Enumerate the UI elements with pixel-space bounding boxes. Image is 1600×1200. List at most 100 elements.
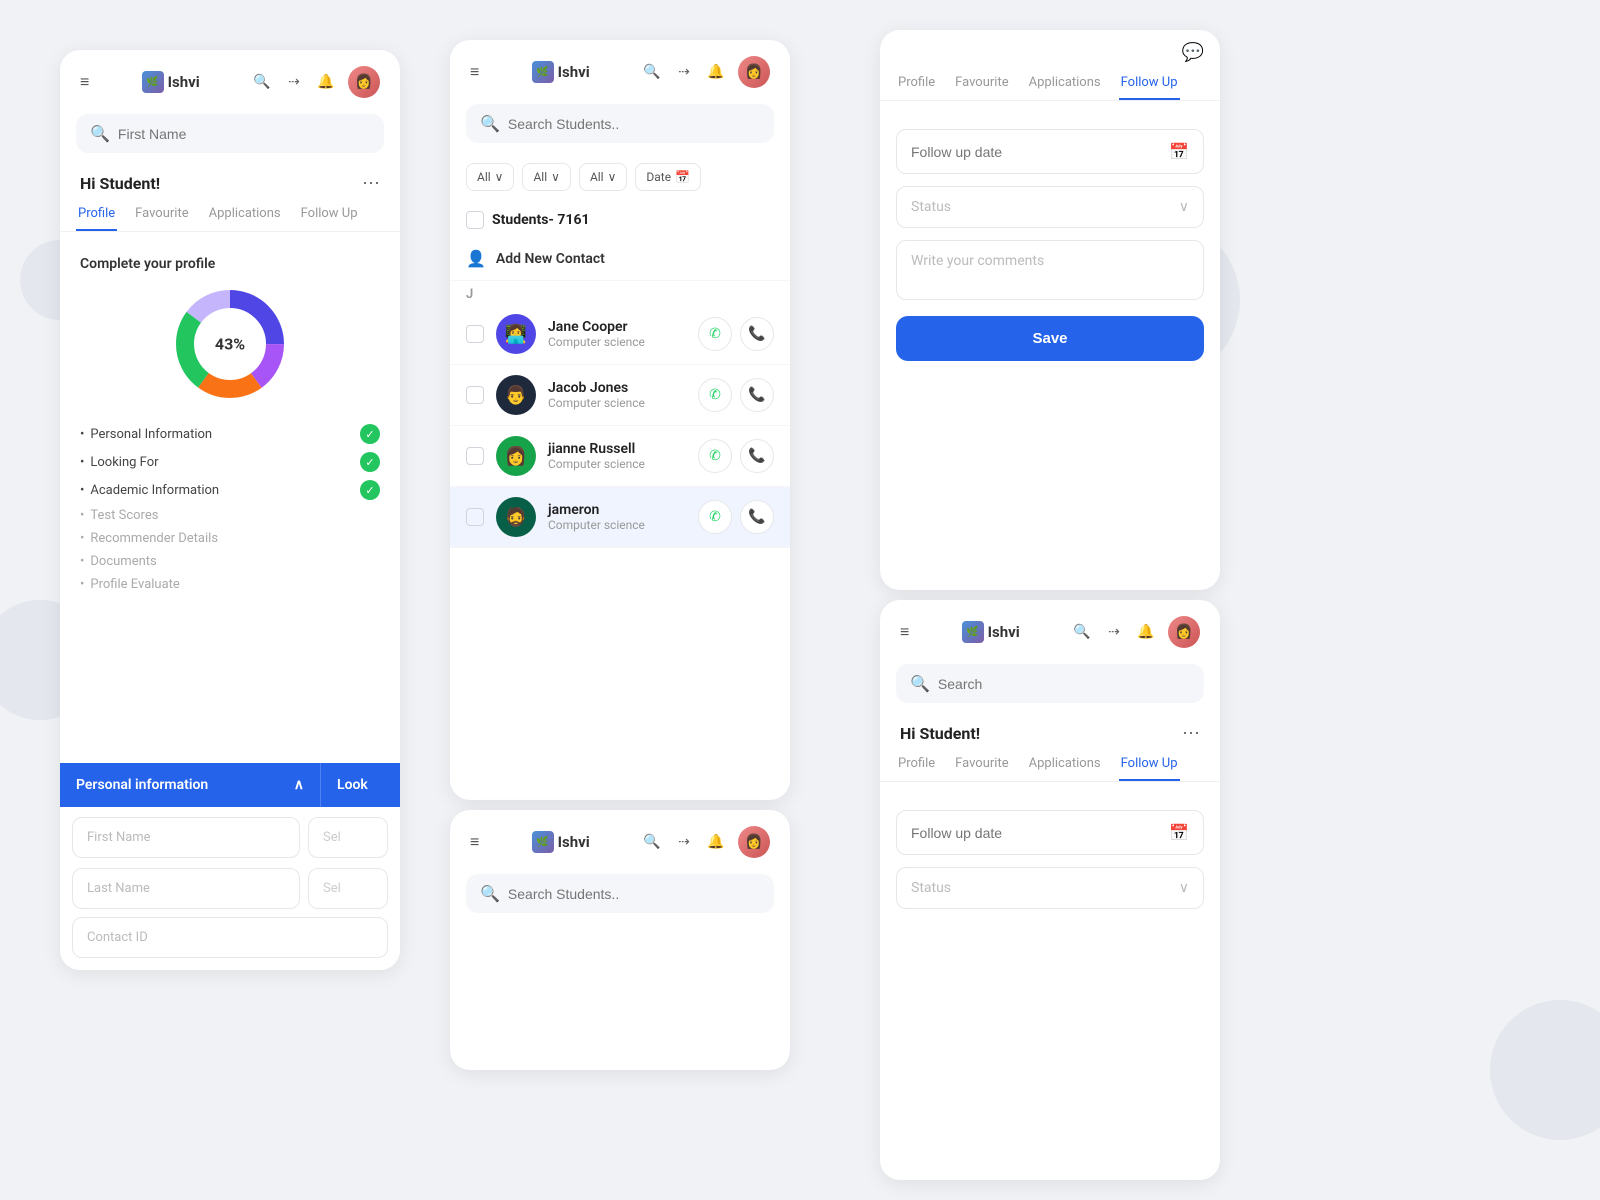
search-input-1[interactable]	[118, 126, 370, 142]
search-input-5[interactable]	[508, 886, 760, 902]
logo-icon-5: 🌿	[532, 831, 554, 853]
search-bar-5[interactable]: 🔍	[466, 874, 774, 913]
student-checkbox-1[interactable]	[466, 386, 484, 404]
status-select-1[interactable]: Status ∨	[896, 186, 1204, 228]
tab-favourite-1[interactable]: Favourite	[133, 198, 190, 231]
search-bar-2[interactable]: 🔍	[466, 104, 774, 143]
header-icons-2: 🔍 ⇢ 🔔 👩	[642, 56, 770, 88]
student-checkbox-2[interactable]	[466, 447, 484, 465]
checklist: •Personal Information ✓ •Looking For ✓ •…	[80, 420, 380, 596]
avatar-4[interactable]: 👩	[1168, 616, 1200, 648]
greeting-text-4: Hi Student!	[900, 724, 980, 743]
student-avatar-2: 👩	[496, 436, 536, 476]
app-header-5: ≡ 🌿 Ishvi 🔍 ⇢ 🔔 👩	[450, 810, 790, 874]
tab-applications-1[interactable]: Applications	[207, 198, 283, 231]
bell-icon-1[interactable]: 🔔	[316, 72, 336, 92]
table-row[interactable]: 👨 Jacob Jones Computer science ✆ 📞	[450, 365, 790, 426]
accordion-look[interactable]: Look	[320, 763, 400, 807]
share-icon-2[interactable]: ⇢	[674, 62, 694, 82]
avatar-1[interactable]: 👩	[348, 66, 380, 98]
logo-icon-4: 🌿	[962, 621, 984, 643]
call-btn-2[interactable]: 📞	[740, 439, 774, 473]
avatar-5[interactable]: 👩	[738, 826, 770, 858]
search-input-2[interactable]	[508, 116, 760, 132]
chat-icon-4[interactable]: ⋯	[1182, 723, 1200, 744]
sel-field-2[interactable]: Sel	[308, 868, 388, 909]
filter-all-1[interactable]: All ∨	[466, 163, 514, 191]
form-row-1: First Name Sel	[60, 807, 400, 868]
hamburger-icon-5[interactable]: ≡	[470, 832, 479, 852]
add-contact-row[interactable]: 👤 Add New Contact	[450, 237, 790, 281]
contact-id-field[interactable]: Contact ID	[72, 917, 388, 958]
bell-icon-5[interactable]: 🔔	[706, 832, 726, 852]
comment-area-1[interactable]: Write your comments	[896, 240, 1204, 300]
call-btn-3[interactable]: 📞	[740, 500, 774, 534]
accordion-personal[interactable]: Personal information ∧	[60, 763, 320, 807]
filter-row: All ∨ All ∨ All ∨ Date 📅	[450, 155, 790, 203]
sel-field[interactable]: Sel	[308, 817, 388, 858]
student-avatar-0: 👩‍💻	[496, 314, 536, 354]
hamburger-icon-4[interactable]: ≡	[900, 622, 909, 642]
tab-applications-3[interactable]: Applications	[1027, 67, 1103, 100]
follow-up-date-input-1[interactable]	[911, 144, 1169, 160]
search-icon-2[interactable]: 🔍	[642, 62, 662, 82]
whatsapp-btn-0[interactable]: ✆	[698, 317, 732, 351]
tab-followup-3[interactable]: Follow Up	[1119, 67, 1180, 100]
date-input-row-4[interactable]: 📅	[896, 810, 1204, 855]
whatsapp-btn-3[interactable]: ✆	[698, 500, 732, 534]
status-select-4[interactable]: Status ∨	[896, 867, 1204, 909]
whatsapp-btn-1[interactable]: ✆	[698, 378, 732, 412]
filter-all-2[interactable]: All ∨	[522, 163, 570, 191]
hamburger-icon-2[interactable]: ≡	[470, 62, 479, 82]
tab-profile-4[interactable]: Profile	[896, 748, 937, 781]
tab-favourite-3[interactable]: Favourite	[953, 67, 1010, 100]
table-row[interactable]: 👩 jianne Russell Computer science ✆ 📞	[450, 426, 790, 487]
search-icon-1[interactable]: 🔍	[252, 72, 272, 92]
tab-profile-3[interactable]: Profile	[896, 67, 937, 100]
app-header-2: ≡ 🌿 Ishvi 🔍 ⇢ 🔔 👩	[450, 40, 790, 104]
logo-icon-2: 🌿	[532, 61, 554, 83]
filter-all-3[interactable]: All ∨	[579, 163, 627, 191]
student-info-0: Jane Cooper Computer science	[548, 319, 686, 349]
top-tab-row: 💬	[880, 30, 1220, 63]
brand-name-1: Ishvi	[168, 73, 200, 91]
first-name-field[interactable]: First Name	[72, 817, 300, 858]
logo-2: 🌿 Ishvi	[532, 61, 590, 83]
tab-followup-4[interactable]: Follow Up	[1119, 748, 1180, 781]
search-input-4[interactable]	[938, 676, 1190, 692]
search-bar-4[interactable]: 🔍	[896, 664, 1204, 703]
last-name-field[interactable]: Last Name	[72, 868, 300, 909]
table-row[interactable]: 🧔 jameron Computer science ✆ 📞	[450, 487, 790, 548]
date-filter[interactable]: Date 📅	[635, 163, 701, 191]
call-btn-1[interactable]: 📞	[740, 378, 774, 412]
student-checkbox-0[interactable]	[466, 325, 484, 343]
call-btn-0[interactable]: 📞	[740, 317, 774, 351]
student-actions-0: ✆ 📞	[698, 317, 774, 351]
tab-favourite-4[interactable]: Favourite	[953, 748, 1010, 781]
share-icon-4[interactable]: ⇢	[1104, 622, 1124, 642]
search-icon-5[interactable]: 🔍	[642, 832, 662, 852]
date-input-row-1[interactable]: 📅	[896, 129, 1204, 174]
whatsapp-btn-2[interactable]: ✆	[698, 439, 732, 473]
search-bar-1[interactable]: 🔍	[76, 114, 384, 153]
tab-followup-1[interactable]: Follow Up	[299, 198, 360, 231]
bell-icon-2[interactable]: 🔔	[706, 62, 726, 82]
message-icon-3[interactable]: 💬	[1182, 42, 1204, 63]
tab-profile-1[interactable]: Profile	[76, 198, 117, 231]
hamburger-icon[interactable]: ≡	[80, 72, 89, 92]
chevron-down-icon-4: ∨	[1179, 880, 1189, 896]
follow-up-date-input-4[interactable]	[911, 825, 1169, 841]
bell-icon-4[interactable]: 🔔	[1136, 622, 1156, 642]
save-button-1[interactable]: Save	[896, 316, 1204, 361]
avatar-2[interactable]: 👩	[738, 56, 770, 88]
donut-chart: 43%	[170, 284, 290, 404]
chat-icon-1[interactable]: ⋯	[362, 173, 380, 194]
student-checkbox-3[interactable]	[466, 508, 484, 526]
select-all-checkbox[interactable]	[466, 211, 484, 229]
share-icon-5[interactable]: ⇢	[674, 832, 694, 852]
tab-applications-4[interactable]: Applications	[1027, 748, 1103, 781]
table-row[interactable]: 👩‍💻 Jane Cooper Computer science ✆ 📞	[450, 304, 790, 365]
share-icon-1[interactable]: ⇢	[284, 72, 304, 92]
search-icon-bar-5: 🔍	[480, 884, 500, 903]
search-icon-4[interactable]: 🔍	[1072, 622, 1092, 642]
